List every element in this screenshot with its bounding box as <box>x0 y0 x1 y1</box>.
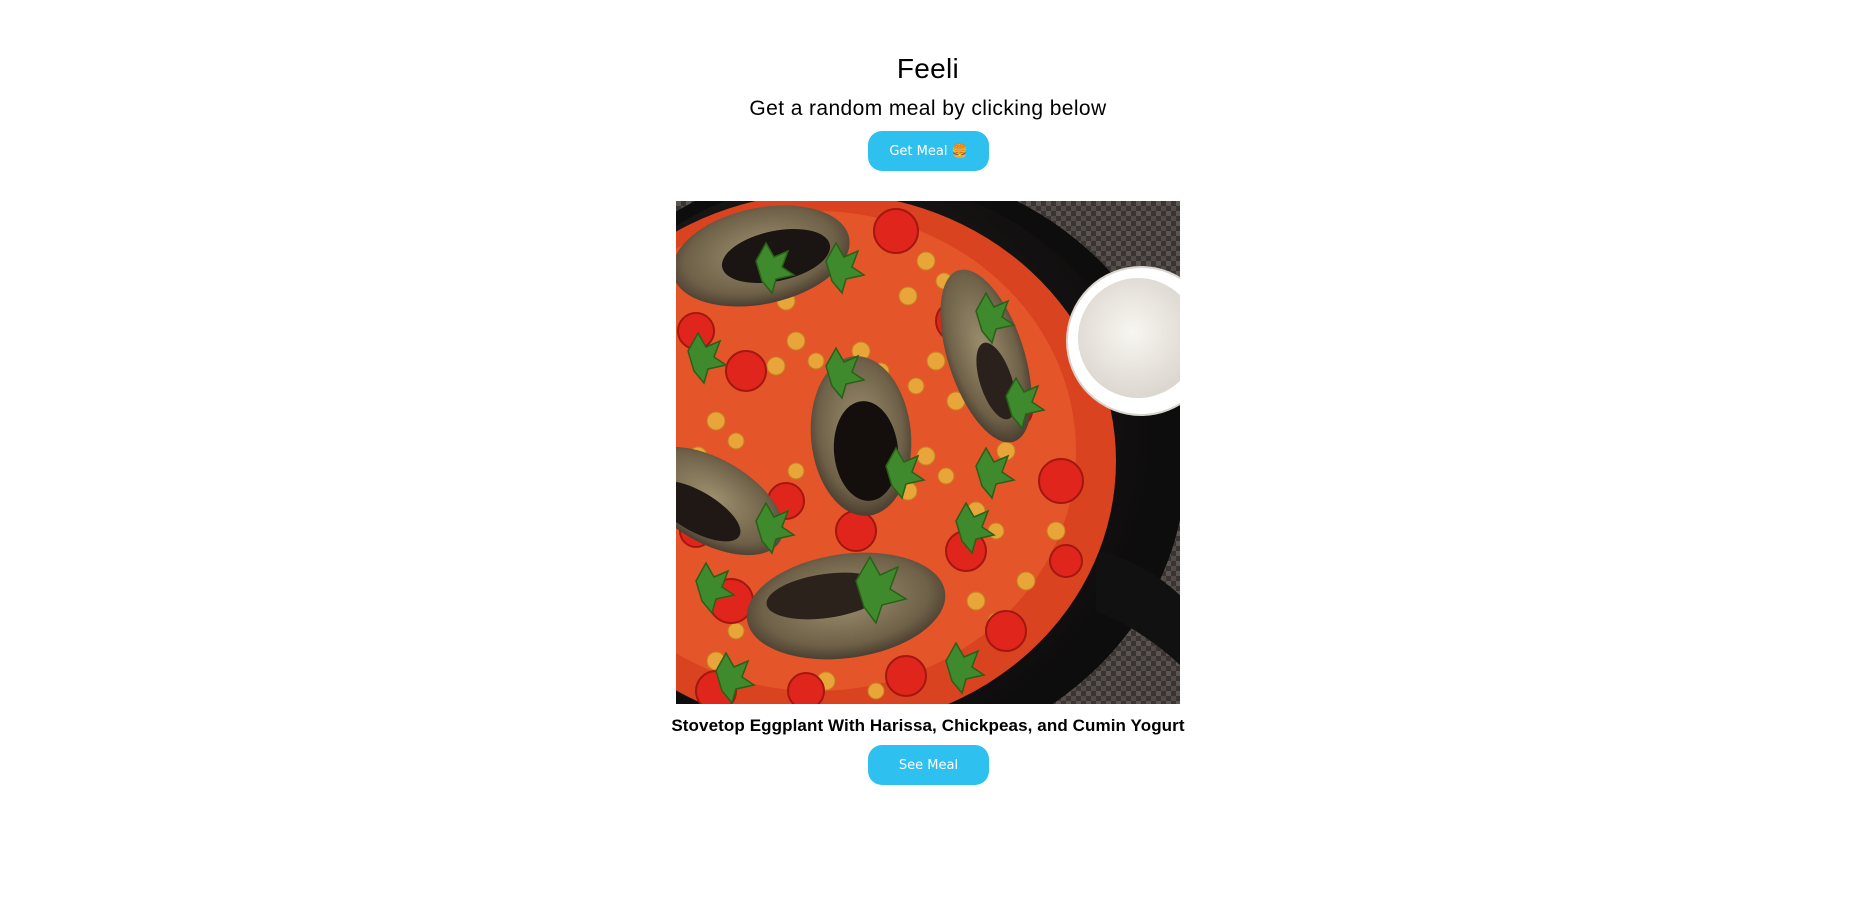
meal-title: Stovetop Eggplant With Harissa, Chickpea… <box>671 716 1185 735</box>
burger-icon: 🍔 <box>951 143 968 159</box>
page: Feeli Get a random meal by clicking belo… <box>0 0 1856 905</box>
get-meal-button[interactable]: Get Meal 🍔 <box>868 131 989 171</box>
get-meal-label: Get Meal <box>889 143 948 159</box>
app-subtitle: Get a random meal by clicking below <box>749 97 1107 120</box>
meal-image <box>676 201 1180 704</box>
see-meal-button[interactable]: See Meal <box>868 745 989 785</box>
app-title: Feeli <box>896 53 960 84</box>
